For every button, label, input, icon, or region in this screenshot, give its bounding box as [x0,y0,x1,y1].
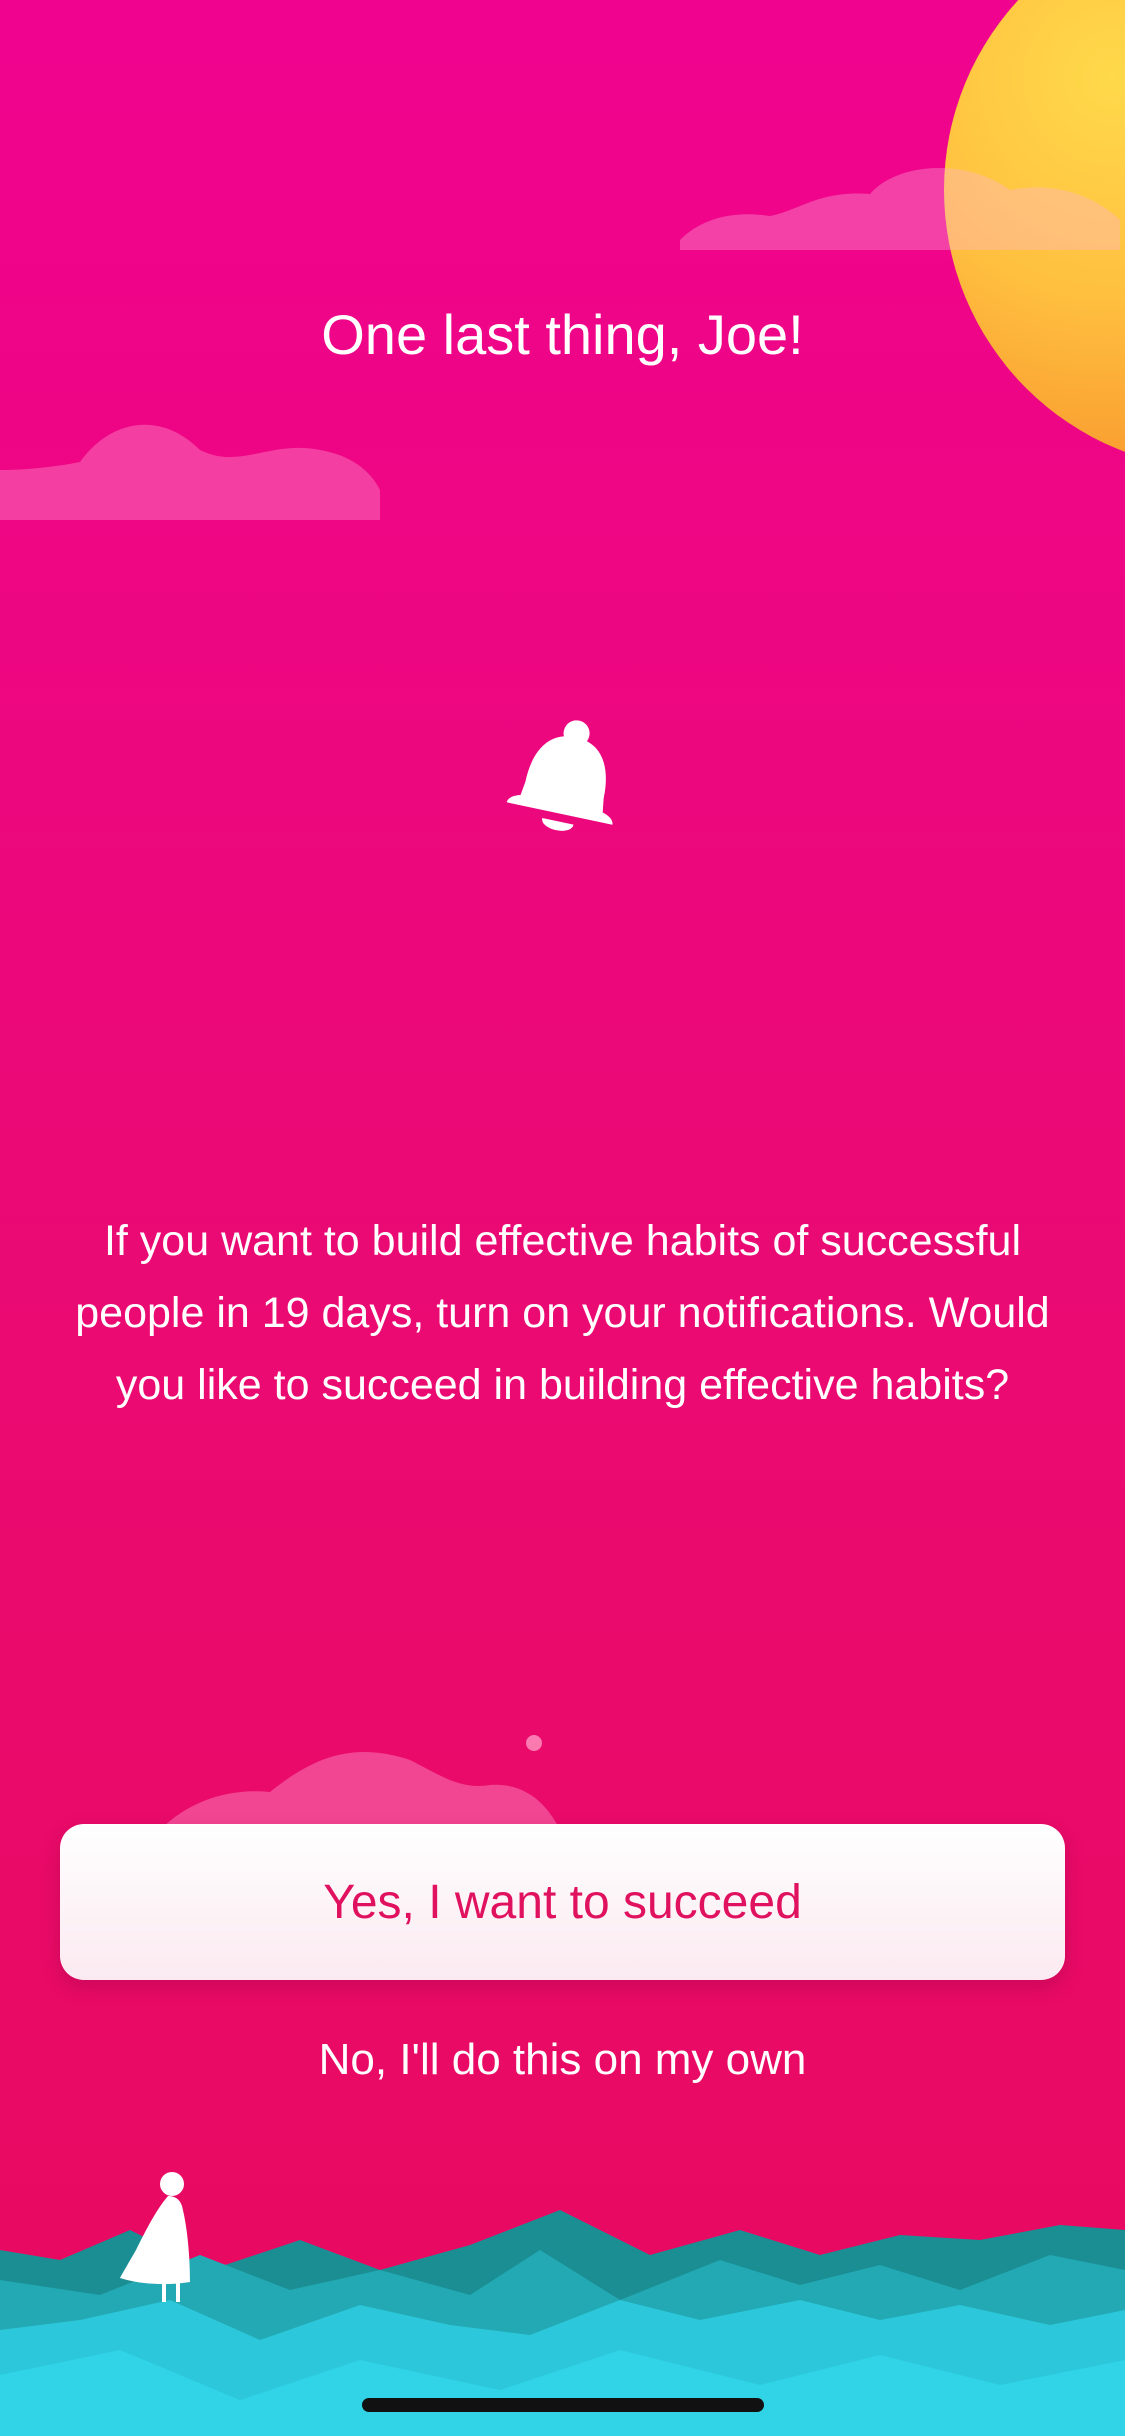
bell-icon [506,720,613,831]
decline-notifications-button[interactable]: No, I'll do this on my own [250,2020,875,2100]
person-figure-icon [120,2172,190,2302]
cloud-decoration-left [0,424,380,520]
notification-message: If you want to build effective habits of… [75,1217,1050,1409]
decorative-dot [526,1735,542,1751]
cloud-decoration-top [680,167,1120,250]
enable-notifications-button[interactable]: Yes, I want to succeed [60,1824,1065,1980]
onboarding-notification-screen: One last thing, Joe! If you want to buil… [0,0,1125,2436]
page-title: One last thing, Joe! [321,303,804,366]
home-indicator[interactable] [362,2398,764,2412]
cloud-decoration-bottom [160,1751,560,1830]
